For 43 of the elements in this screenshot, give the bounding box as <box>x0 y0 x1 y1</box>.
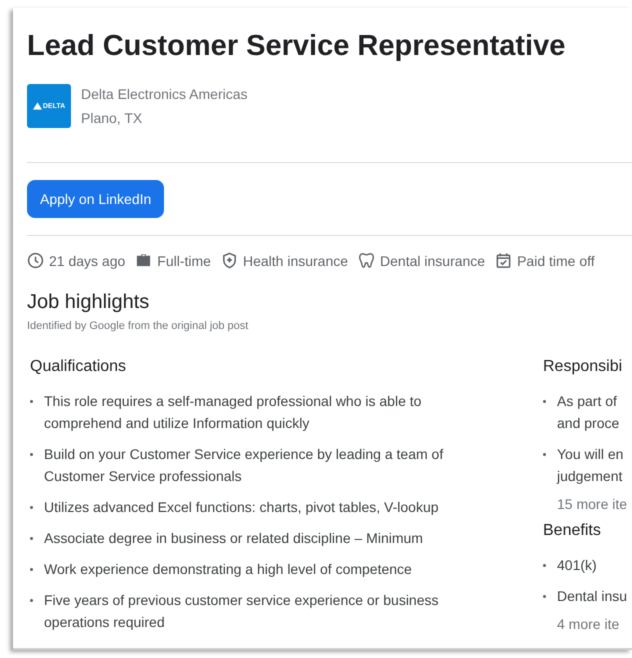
bullet-dot <box>30 453 33 456</box>
highlight-item-line: As part of <box>557 392 618 411</box>
tooth-icon <box>358 252 376 269</box>
bullet-dot <box>543 595 546 598</box>
calendar-check-icon <box>495 252 512 269</box>
shield-plus-icon <box>220 252 238 269</box>
group-heading: Qualifications <box>30 358 128 376</box>
highlight-item-line: and proce <box>557 414 620 433</box>
chip-label: Full-time <box>157 252 211 268</box>
bullet-dot <box>30 506 33 509</box>
bullet-dot <box>543 400 546 403</box>
company-name: Delta Electronics Americas <box>81 85 248 104</box>
highlight-item: Work experience demonstrating a high level of competence <box>44 560 412 579</box>
highlight-item: Utilizes advanced Excel functions: charts, pivot tables, V-lookup <box>44 498 439 517</box>
highlight-item-line: 401(k) <box>557 556 597 575</box>
clock-icon <box>27 252 44 269</box>
job-title: Lead Customer Service Representative <box>27 29 566 64</box>
highlight-item: This role requires a self-managed professional who is able to comprehend and utilize Information quickly <box>44 392 422 433</box>
highlight-item: Five years of previous customer service experience or business operations required <box>44 591 440 632</box>
chip-label: Dental insurance <box>380 252 486 268</box>
more-items-link[interactable]: 15 more ite <box>557 496 632 512</box>
group-heading: Responsibi <box>543 358 624 376</box>
apply-button[interactable]: Apply on LinkedIn <box>27 180 164 218</box>
chip-label: 21 days ago <box>49 252 126 268</box>
section-title: Job highlights <box>27 291 150 314</box>
job-location: Plano, TX <box>81 109 144 128</box>
bullet-dot <box>543 453 546 456</box>
bullet-dot <box>30 400 33 403</box>
bullet-dot <box>30 537 33 540</box>
chip-label: Health insurance <box>242 252 348 268</box>
highlight-item-line: You will en <box>557 445 624 464</box>
bullet-dot <box>543 564 546 567</box>
bullet-dot <box>30 599 33 602</box>
highlight-item: Associate degree in business or related discipline – Minimum <box>44 529 423 548</box>
highlight-item-line: Dental insu <box>557 587 628 606</box>
section-subtitle: Identified by Google from the original job post <box>27 320 250 332</box>
highlight-item: Build on your Customer Service experience by leading a team of Customer Service professionals <box>44 445 444 486</box>
bullet-dot <box>30 568 33 571</box>
more-items-link[interactable]: 4 more ite <box>557 616 632 632</box>
highlight-item-line: judgement <box>557 467 624 486</box>
group-heading: Benefits <box>543 522 602 540</box>
briefcase-icon <box>135 252 152 269</box>
chip-label: Paid time off <box>517 252 595 268</box>
